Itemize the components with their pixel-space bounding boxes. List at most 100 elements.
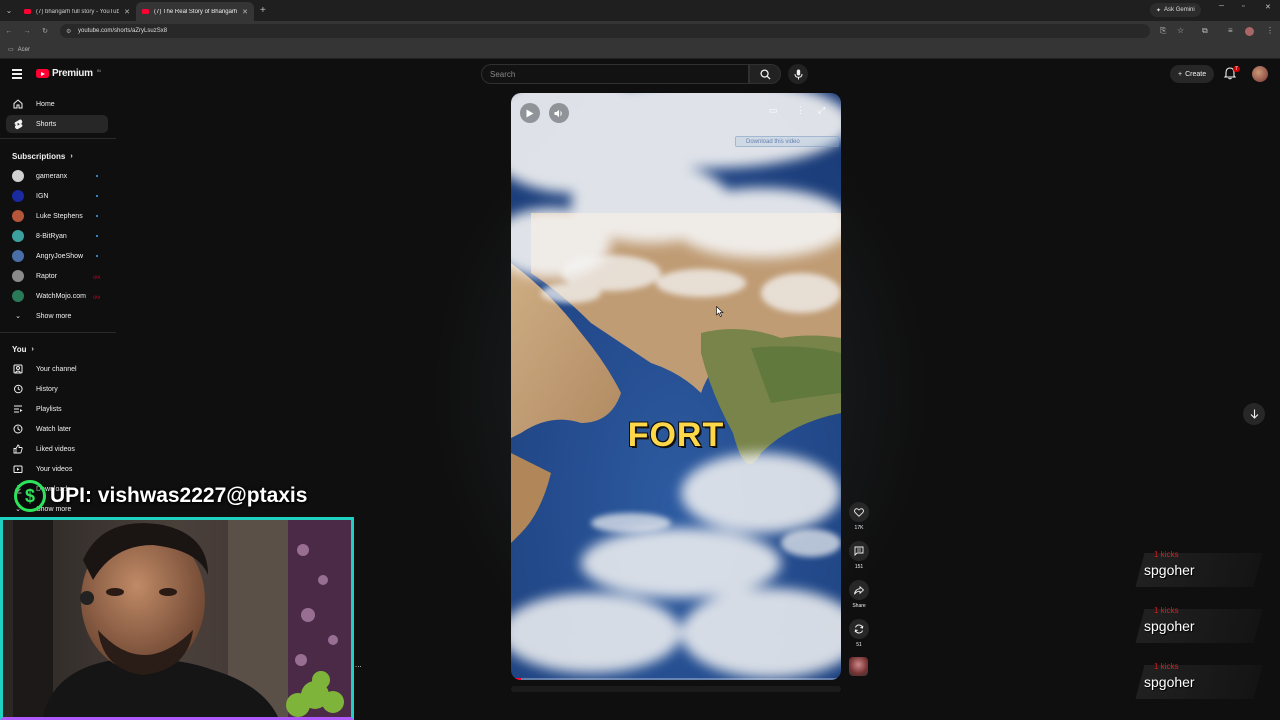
extensions-icon[interactable]: ⧉	[1202, 26, 1208, 36]
profile-avatar-icon[interactable]	[1245, 27, 1254, 36]
search-button[interactable]	[749, 64, 781, 84]
window-close-icon[interactable]: ✕	[1265, 3, 1271, 11]
browser-tab-1[interactable]: (7) bhangarh full story - YouTub ✕	[18, 2, 136, 21]
new-content-dot-icon	[96, 235, 98, 237]
notification-count-badge: 7	[1233, 66, 1240, 72]
sidebar-subscription-item[interactable]: gameranx	[6, 167, 108, 185]
history-icon	[12, 383, 24, 395]
browser-tab-2[interactable]: (7) The Real Story of Bhangarh ✕	[136, 2, 254, 21]
channel-avatar-icon	[12, 250, 24, 262]
comment-icon	[854, 546, 864, 556]
account-avatar[interactable]	[1252, 66, 1268, 82]
sidebar-item-playlists[interactable]: Playlists	[6, 400, 108, 418]
install-app-icon[interactable]: ⎘	[1160, 26, 1166, 36]
show-more-subscriptions[interactable]: ⌄ Show more	[6, 307, 108, 325]
like-icon	[12, 443, 24, 455]
channel-avatar-icon	[12, 190, 24, 202]
sidebar-item-label: History	[36, 385, 58, 393]
share-button[interactable]	[849, 580, 869, 600]
remix-action[interactable]: 51	[848, 619, 870, 648]
ask-gemini-label: Ask Gemini	[1164, 7, 1195, 13]
fullscreen-icon[interactable]: ⤢	[818, 105, 825, 116]
remix-icon	[854, 624, 864, 634]
more-options-icon[interactable]: ⋮	[796, 105, 805, 116]
sidebar-item-home[interactable]: Home	[6, 95, 108, 113]
sidebar-item-your-videos[interactable]: Your videos	[6, 460, 108, 478]
url-field[interactable]: ⚙ youtube.com/shorts/aZryLsuzSx8	[60, 24, 1150, 38]
home-icon	[12, 98, 24, 110]
download-hint-label: Download this video	[746, 138, 800, 145]
volume-button[interactable]	[549, 103, 569, 123]
new-tab-icon[interactable]: +	[260, 5, 266, 16]
like-action[interactable]: 17K	[848, 502, 870, 531]
next-video-peek	[511, 686, 841, 692]
video-progress-fill	[511, 678, 521, 680]
sidebar-subscription-item[interactable]: IGN	[6, 187, 108, 205]
site-info-icon[interactable]: ⚙	[66, 28, 71, 35]
share-action[interactable]: Share	[848, 580, 870, 609]
browser-menu-icon[interactable]: ⋮	[1266, 26, 1274, 35]
sidebar-item-label: Home	[36, 100, 55, 108]
sidebar-subscription-item[interactable]: Raptor ((•))	[6, 267, 108, 285]
bookmark-folder-acer[interactable]: Acer	[18, 47, 30, 53]
video-progress-bar[interactable]	[511, 678, 841, 680]
chevron-right-icon: ›	[70, 153, 73, 160]
comments-button[interactable]	[849, 541, 869, 561]
sidebar-subscription-item[interactable]: 8-BitRyan	[6, 227, 108, 245]
kick-alert: 1 kicks spgoher	[1135, 606, 1263, 646]
earth-satellite-video-frame	[511, 93, 841, 680]
forward-icon[interactable]: →	[18, 28, 36, 35]
create-button[interactable]: + Create	[1170, 65, 1215, 83]
sidebar-item-history[interactable]: History	[6, 380, 108, 398]
remix-button[interactable]	[849, 619, 869, 639]
reload-icon[interactable]: ↻	[36, 27, 54, 35]
kick-count: 1 kicks	[1154, 550, 1179, 559]
comment-action[interactable]: 151	[848, 541, 870, 570]
download-video-hint[interactable]: Download this video	[735, 136, 839, 147]
sidebar-subscription-item[interactable]: AngryJoeShow	[6, 247, 108, 265]
video-caption: FORT	[627, 416, 725, 454]
play-button[interactable]	[520, 103, 540, 123]
sidebar-item-label: gameranx	[36, 172, 68, 180]
channel-avatar-icon	[12, 210, 24, 222]
search-input[interactable]: Search	[481, 64, 749, 84]
minimize-icon[interactable]: ─	[1219, 3, 1224, 10]
sidebar-item-watch-later[interactable]: Watch later	[6, 420, 108, 438]
kick-count: 1 kicks	[1154, 662, 1179, 671]
sidebar-divider	[0, 138, 116, 139]
comment-count: 151	[854, 564, 864, 570]
channel-avatar-icon	[12, 170, 24, 182]
new-content-dot-icon	[96, 195, 98, 197]
you-heading[interactable]: You ›	[12, 345, 34, 354]
remix-count: 51	[856, 642, 862, 648]
tab-close-icon[interactable]: ✕	[242, 8, 248, 16]
streamer-webcam-image	[3, 520, 351, 717]
menu-icon[interactable]	[12, 69, 22, 79]
plus-icon: +	[1178, 70, 1183, 78]
media-controls-icon[interactable]: ≡	[1228, 26, 1233, 35]
sidebar-subscription-item[interactable]: Luke Stephens	[6, 207, 108, 225]
maximize-icon[interactable]: ▫	[1242, 3, 1244, 10]
shorts-video-player[interactable]: ▭ ⋮ ⤢ Download this video FORT	[511, 93, 841, 680]
sidebar-item-liked-videos[interactable]: Liked videos	[6, 440, 108, 458]
captions-icon[interactable]: ▭	[769, 105, 778, 116]
channel-avatar[interactable]	[849, 657, 868, 676]
sidebar-item-label: Liked videos	[36, 445, 75, 453]
subscriptions-heading[interactable]: Subscriptions ›	[12, 152, 73, 161]
next-video-button[interactable]	[1243, 403, 1265, 425]
tab-close-icon[interactable]: ✕	[124, 8, 130, 16]
kick-alert: 1 kicks spgoher	[1135, 662, 1263, 702]
back-icon[interactable]: ←	[0, 28, 18, 35]
sidebar-subscription-item[interactable]: WatchMojo.com ((•))	[6, 287, 108, 305]
bookmarks-bar: ▭ Acer	[0, 41, 1280, 59]
ask-gemini-button[interactable]: ✦ Ask Gemini	[1150, 3, 1201, 17]
share-icon	[854, 585, 864, 595]
like-button[interactable]	[849, 502, 869, 522]
youtube-premium-logo[interactable]: Premium IN	[36, 68, 101, 79]
tab-search-chevron-icon[interactable]: ⌄	[0, 0, 18, 21]
sidebar-item-shorts[interactable]: Shorts	[6, 115, 108, 133]
voice-search-button[interactable]	[788, 64, 808, 84]
bookmark-star-icon[interactable]: ☆	[1177, 26, 1184, 35]
channel-icon	[12, 363, 24, 375]
sidebar-item-your-channel[interactable]: Your channel	[6, 360, 108, 378]
